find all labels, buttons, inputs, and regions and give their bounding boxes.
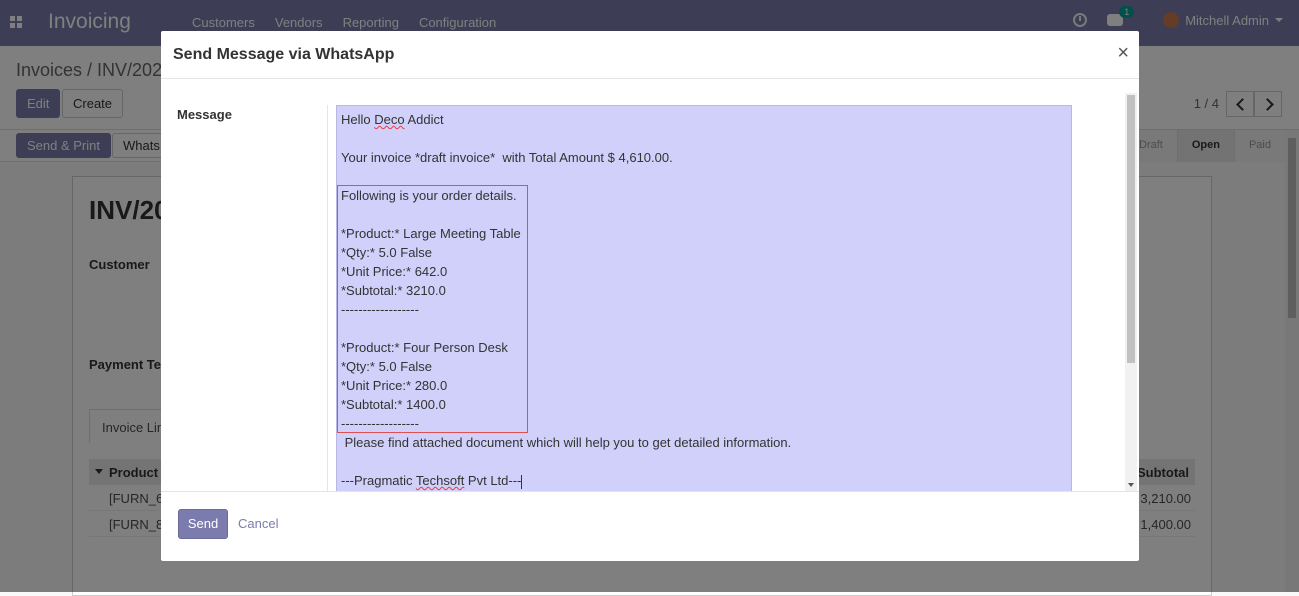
dialog-header: Send Message via WhatsApp × <box>161 31 1139 79</box>
cancel-button[interactable]: Cancel <box>238 516 278 531</box>
message-line <box>341 167 1067 186</box>
message-editor[interactable]: Hello Deco Addict Your invoice *draft in… <box>336 105 1072 491</box>
close-icon[interactable]: × <box>1117 42 1129 65</box>
message-line <box>341 452 1067 471</box>
message-line <box>341 129 1067 148</box>
dialog-body: Message Hello Deco Addict Your invoice *… <box>161 79 1139 491</box>
message-line: Your invoice *draft invoice* with Total … <box>341 150 673 165</box>
dialog-title: Send Message via WhatsApp <box>173 46 395 63</box>
dialog-footer: Send Cancel <box>161 491 1139 561</box>
scroll-down-icon[interactable] <box>1128 483 1134 487</box>
send-button[interactable]: Send <box>178 509 228 539</box>
dialog-scrollbar[interactable] <box>1125 93 1137 491</box>
field-divider <box>327 105 328 491</box>
order-details-highlight <box>337 185 528 433</box>
text-cursor <box>521 474 523 489</box>
message-label: Message <box>177 107 232 122</box>
message-word: Techsoft <box>415 473 465 488</box>
scrollbar-thumb[interactable] <box>1127 95 1135 363</box>
message-word: Deco <box>374 112 405 127</box>
message-line: Hello Deco Addict <box>341 112 444 127</box>
message-line: Please find attached document which will… <box>341 435 792 450</box>
whatsapp-dialog: Send Message via WhatsApp × Message Hell… <box>161 31 1139 561</box>
message-line: ---Pragmatic Techsoft Pvt Ltd--- <box>341 473 523 489</box>
